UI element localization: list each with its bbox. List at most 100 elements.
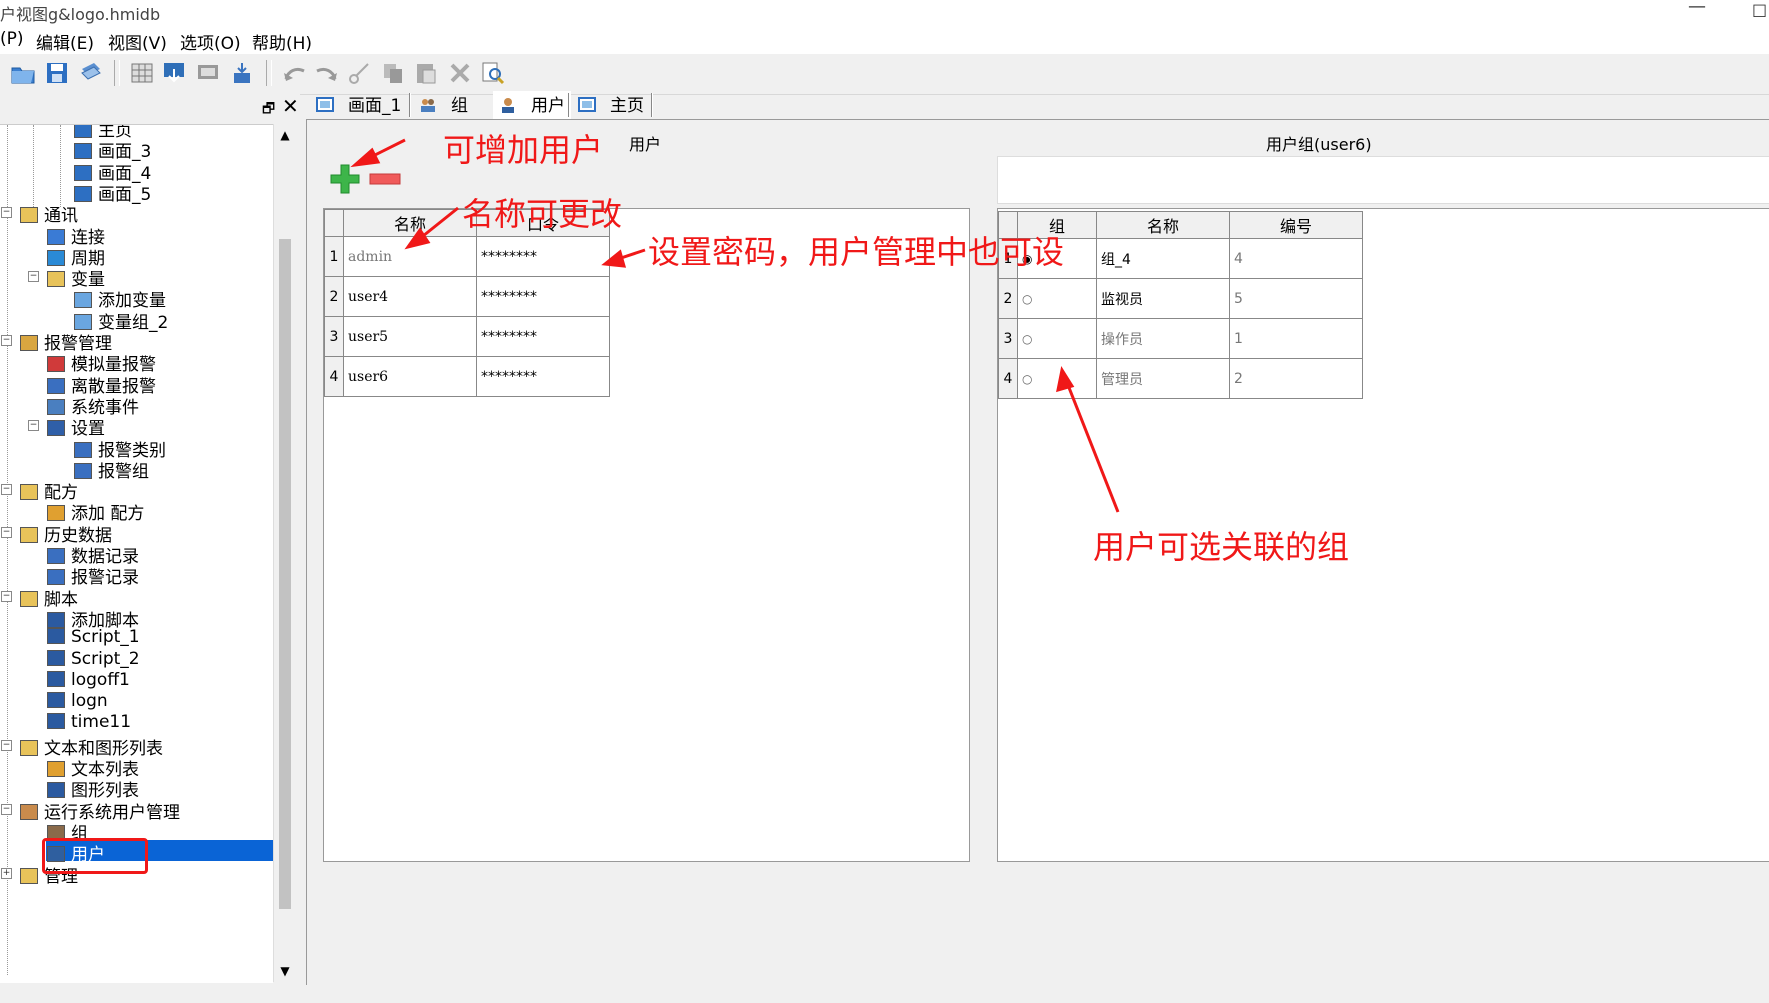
collapse-toggle[interactable]: −	[1, 484, 12, 495]
scroll-down-arrow[interactable]: ▼	[274, 960, 296, 982]
password-cell[interactable]: ********	[476, 236, 610, 277]
password-cell[interactable]: ********	[476, 356, 610, 397]
user-name-cell[interactable]: user6	[343, 356, 477, 397]
tree-item[interactable]: 添加变量	[74, 286, 166, 311]
collapse-toggle[interactable]: −	[1, 207, 12, 218]
column-header-name[interactable]: 名称	[343, 209, 477, 237]
radio-icon[interactable]: ○	[1022, 292, 1032, 306]
remove-user-icon[interactable]	[369, 173, 401, 185]
column-header-name[interactable]: 名称	[1096, 211, 1230, 239]
password-cell[interactable]: ********	[476, 316, 610, 357]
close-panel-icon[interactable]: ✕	[282, 94, 299, 118]
tree-item[interactable]: 报警类别	[74, 436, 166, 461]
table-row[interactable]: 3 ○ 操作员 1	[998, 318, 1363, 359]
table-row[interactable]: 1 admin ********	[324, 236, 610, 277]
print-icon[interactable]	[76, 59, 104, 87]
download-icon[interactable]	[160, 59, 188, 87]
user-name-cell[interactable]: user4	[343, 276, 477, 317]
collapse-toggle[interactable]: −	[1, 804, 12, 815]
tree-item[interactable]: 画面_3	[74, 137, 151, 162]
open-folder-icon[interactable]	[9, 59, 37, 87]
tree-item[interactable]: 报警记录	[47, 563, 139, 588]
tree-item[interactable]: 配方	[20, 478, 78, 503]
table-row[interactable]: 4 ○ 管理员 2	[998, 358, 1363, 399]
collapse-toggle[interactable]: −	[1, 527, 12, 538]
tree-item[interactable]: 添加 配方	[47, 499, 144, 524]
cut-icon[interactable]	[346, 59, 374, 87]
tree-item[interactable]: 历史数据	[20, 521, 112, 546]
tree-item[interactable]: 画面_4	[74, 159, 151, 184]
scroll-up-arrow[interactable]: ▲	[274, 124, 296, 146]
menu-options[interactable]: 选项(O)	[180, 29, 241, 54]
expand-toggle[interactable]: +	[1, 868, 12, 879]
user-name-cell[interactable]: admin	[343, 236, 477, 277]
tree-scrollbar[interactable]: ▲ ▼	[273, 124, 296, 982]
tree-item[interactable]: logoff1	[47, 670, 130, 691]
tree-item[interactable]: 运行系统用户管理	[20, 798, 180, 823]
transfer-icon[interactable]	[228, 59, 256, 87]
paste-icon[interactable]	[412, 59, 440, 87]
tree-item[interactable]: 添加脚本	[47, 606, 139, 631]
undo-icon[interactable]	[280, 59, 308, 87]
menu-view[interactable]: 视图(V)	[108, 29, 167, 54]
tree-item[interactable]: Script_1	[47, 627, 140, 648]
menu-project[interactable]: (P)	[0, 29, 24, 49]
tree-item[interactable]: 变量	[47, 265, 105, 290]
tree-item[interactable]: 模拟量报警	[47, 350, 156, 375]
collapse-toggle[interactable]: −	[28, 420, 39, 431]
tree-item[interactable]: 变量组_2	[74, 308, 168, 333]
table-row[interactable]: 3 user5 ********	[324, 316, 610, 357]
tree-item[interactable]: 报警组	[74, 457, 149, 482]
radio-icon[interactable]: ○	[1022, 372, 1032, 386]
maximize-button[interactable]: □	[1752, 0, 1767, 19]
column-header-number[interactable]: 编号	[1229, 211, 1363, 239]
tree-item[interactable]: 画面_5	[74, 180, 151, 205]
restore-panel-icon[interactable]: 🗗	[262, 98, 275, 122]
tree-item[interactable]: 组	[47, 819, 88, 844]
tree-item[interactable]: Script_2	[47, 649, 140, 670]
group-radio-cell[interactable]: ○	[1017, 278, 1097, 319]
grid-icon[interactable]	[128, 59, 156, 87]
collapse-toggle[interactable]: −	[1, 591, 12, 602]
tree-item[interactable]: 周期	[47, 244, 105, 269]
radio-icon[interactable]: ○	[1022, 332, 1032, 346]
copy-icon[interactable]	[379, 59, 407, 87]
redo-icon[interactable]	[313, 59, 341, 87]
tree-item[interactable]: 主页	[74, 125, 132, 141]
tree-item[interactable]: 通讯	[20, 201, 78, 226]
tree-item[interactable]: 系统事件	[47, 393, 139, 418]
password-cell[interactable]: ********	[476, 276, 610, 317]
tree-item[interactable]: 连接	[47, 223, 105, 248]
delete-icon[interactable]	[446, 59, 474, 87]
tree-item[interactable]: logn	[47, 691, 108, 712]
tab-user[interactable]: 用户	[493, 91, 571, 119]
tree-item[interactable]: 图形列表	[47, 776, 139, 801]
user-name-cell[interactable]: user5	[343, 316, 477, 357]
menu-edit[interactable]: 编辑(E)	[36, 29, 94, 54]
collapse-toggle[interactable]: −	[28, 271, 39, 282]
tree-item[interactable]: time11	[47, 712, 131, 733]
table-row[interactable]: 4 user6 ********	[324, 356, 610, 397]
table-row[interactable]: 2 user4 ********	[324, 276, 610, 317]
tree-item[interactable]: 设置	[47, 414, 105, 439]
tree-item[interactable]: 数据记录	[47, 542, 139, 567]
tree-item[interactable]: 报警管理	[20, 329, 112, 354]
tree-item[interactable]: 文本和图形列表	[20, 734, 163, 759]
find-icon[interactable]	[479, 59, 507, 87]
tree-item[interactable]: 离散量报警	[47, 372, 156, 397]
tab-group[interactable]: 组	[419, 91, 468, 119]
minimize-button[interactable]: —	[1688, 0, 1706, 17]
tree-item[interactable]: 脚本	[20, 585, 78, 610]
add-user-icon[interactable]	[329, 163, 361, 195]
table-row[interactable]: 2 ○ 监视员 5	[998, 278, 1363, 319]
compile-icon[interactable]	[194, 59, 222, 87]
group-radio-cell[interactable]: ○	[1017, 358, 1097, 399]
collapse-toggle[interactable]: −	[1, 335, 12, 346]
menu-help[interactable]: 帮助(H)	[252, 29, 312, 54]
tab-home[interactable]: 主页	[578, 91, 644, 119]
collapse-toggle[interactable]: −	[1, 740, 12, 751]
save-icon[interactable]	[43, 59, 71, 87]
tab-screen-1[interactable]: 画面_1	[316, 91, 401, 119]
scroll-thumb[interactable]	[279, 239, 291, 909]
group-radio-cell[interactable]: ○	[1017, 318, 1097, 359]
